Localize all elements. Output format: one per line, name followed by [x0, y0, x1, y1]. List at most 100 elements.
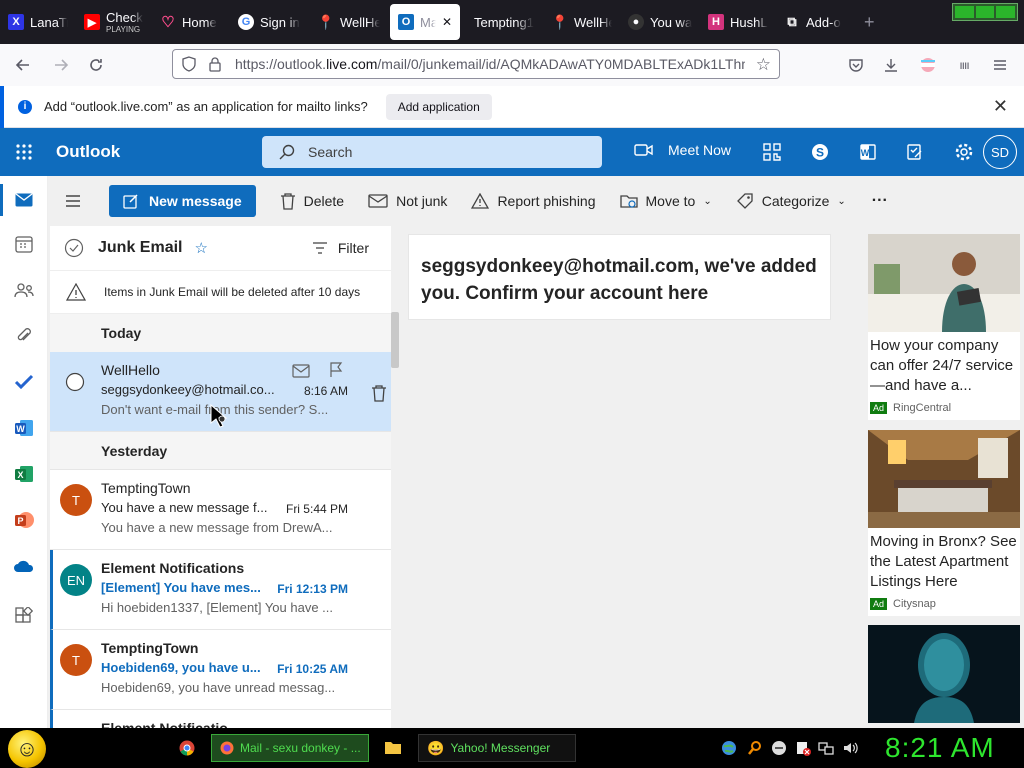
- ad-image: [868, 625, 1020, 723]
- move-to-button[interactable]: Move to ⌄: [619, 193, 712, 209]
- favorite-star-icon[interactable]: ☆: [194, 239, 207, 257]
- scrollbar[interactable]: [391, 312, 399, 368]
- close-icon[interactable]: ✕: [993, 96, 1008, 117]
- browser-tab[interactable]: ♡ Home: [152, 0, 230, 44]
- tab-close-icon[interactable]: ✕: [442, 15, 452, 29]
- browser-tab-active[interactable]: OMai✕: [390, 4, 460, 40]
- message-list-pane: Junk Email ☆ Filter Items in Junk Email …: [48, 226, 400, 730]
- lock-icon[interactable]: [207, 56, 223, 72]
- message-sender: TemptingTown: [101, 640, 199, 656]
- ad-card[interactable]: Moving in Bronx? See the Latest Apartmen…: [868, 430, 1020, 616]
- browser-tab[interactable]: ● You wa: [620, 0, 700, 44]
- network-globe-icon[interactable]: [721, 740, 737, 756]
- categorize-button[interactable]: Categorize ⌄: [736, 192, 846, 210]
- delete-button[interactable]: Delete: [280, 192, 344, 210]
- back-arrow-icon[interactable]: [8, 50, 38, 80]
- word-icon[interactable]: W: [12, 416, 36, 440]
- folder-icon[interactable]: [384, 738, 402, 756]
- alert-tray-icon[interactable]: [795, 740, 811, 756]
- folder-title: Junk Email: [98, 239, 183, 256]
- ad-card[interactable]: How your company can offer 24/7 service—…: [868, 234, 1020, 420]
- avatar[interactable]: SD: [983, 135, 1017, 169]
- browser-tab[interactable]: ▶ Check PLAYING: [76, 0, 152, 44]
- excel-icon[interactable]: X: [12, 462, 36, 486]
- trash-icon: [280, 193, 295, 210]
- browser-tab[interactable]: G Sign in: [230, 0, 310, 44]
- onedrive-icon[interactable]: [12, 554, 36, 578]
- office-icon[interactable]: W: [856, 140, 880, 164]
- report-phishing-button[interactable]: Report phishing: [471, 193, 596, 209]
- url-bar[interactable]: https://outlook.live.com/mail/0/junkemai…: [172, 49, 780, 79]
- ad-text: Moving in Bronx? See the Latest Apartmen…: [870, 533, 1017, 590]
- select-circle-icon[interactable]: [65, 372, 85, 392]
- message-time: Fri 12:13 PM: [277, 582, 348, 596]
- skype-icon[interactable]: S: [808, 140, 832, 164]
- start-button[interactable]: ☺: [8, 730, 46, 768]
- taskbar-yahoo-window[interactable]: 😀 Yahoo! Messenger: [418, 734, 576, 762]
- taskbar-mail-window[interactable]: Mail - sexu donkey - ...: [211, 734, 369, 762]
- add-application-button[interactable]: Add application: [385, 93, 492, 120]
- meet-now-button[interactable]: Meet Now: [634, 142, 731, 158]
- browser-tab-bar: X LanaTr ▶ Check PLAYING ♡ Home G Sign in 📍 We…: [0, 0, 1024, 44]
- attachment-icon[interactable]: [12, 324, 36, 348]
- browser-tab[interactable]: Tempting1: [462, 0, 544, 44]
- people-icon[interactable]: [12, 278, 36, 302]
- volume-icon[interactable]: [842, 740, 858, 756]
- browser-tab[interactable]: 📍 WellHe: [544, 0, 620, 44]
- chrome-icon[interactable]: [179, 740, 195, 756]
- calendar-icon[interactable]: [12, 232, 36, 256]
- outlook-header: Outlook Search Meet Now S W SD: [0, 128, 1024, 176]
- more-options-button[interactable]: ···: [872, 192, 888, 210]
- extension-icon[interactable]: ıııı: [949, 50, 979, 80]
- ad-card[interactable]: [868, 625, 1020, 723]
- forward-arrow-icon[interactable]: [46, 50, 76, 80]
- ad-source: RingCentral: [893, 402, 952, 414]
- browser-tab[interactable]: ⧉ Add-o: [776, 0, 856, 44]
- app-rail: W X P: [0, 176, 48, 728]
- flag-icon[interactable]: [329, 362, 343, 378]
- todo-check-icon[interactable]: [12, 370, 36, 394]
- tag-icon: [736, 193, 753, 209]
- message-item[interactable]: EN Element Notifications [Element] You h…: [50, 550, 391, 630]
- mail-icon[interactable]: [12, 188, 36, 212]
- ad-badge: Ad: [870, 598, 888, 610]
- not-junk-button[interactable]: Not junk: [368, 193, 447, 209]
- mailto-notification-bar: i Add “outlook.live.com” as an applicati…: [0, 86, 1024, 128]
- powerpoint-icon[interactable]: P: [12, 508, 36, 532]
- pin-icon: 📍: [317, 13, 335, 30]
- tasks-icon[interactable]: [903, 140, 927, 164]
- browser-tab[interactable]: 📍 WellHe: [310, 0, 388, 44]
- message-item[interactable]: Element Notificatio: [50, 710, 391, 730]
- search-input[interactable]: Search: [262, 136, 602, 168]
- hamburger-menu-icon[interactable]: [48, 195, 98, 207]
- network-tray-icon[interactable]: [818, 740, 834, 756]
- reload-icon[interactable]: [81, 50, 111, 80]
- shield-icon[interactable]: [181, 56, 197, 72]
- new-tab-button[interactable]: +: [856, 0, 886, 44]
- download-icon[interactable]: [876, 50, 906, 80]
- browser-tab[interactable]: H HushL: [700, 0, 776, 44]
- search-tray-icon[interactable]: [747, 740, 763, 756]
- outlook-brand[interactable]: Outlook: [56, 142, 262, 162]
- message-item[interactable]: T TemptingTown Hoebiden69, you have u...…: [50, 630, 391, 710]
- svg-text:X: X: [17, 470, 23, 480]
- bookmark-star-icon[interactable]: ☆: [756, 55, 771, 75]
- browser-tab[interactable]: X LanaTr: [0, 0, 76, 44]
- extension-flag-icon[interactable]: [913, 50, 943, 80]
- new-message-button[interactable]: New message: [109, 185, 256, 217]
- filter-button[interactable]: Filter: [312, 240, 369, 256]
- status-tray-icon[interactable]: [771, 740, 787, 756]
- select-all-checkbox-icon[interactable]: [64, 238, 84, 258]
- app-launcher-icon[interactable]: [0, 143, 48, 161]
- qr-code-icon[interactable]: [760, 140, 784, 164]
- more-apps-icon[interactable]: [12, 604, 36, 628]
- svg-text:W: W: [861, 148, 870, 158]
- mark-read-envelope-icon[interactable]: [292, 364, 310, 378]
- pocket-icon[interactable]: [841, 50, 871, 80]
- menu-icon[interactable]: [985, 50, 1015, 80]
- message-sender: WellHello: [101, 362, 160, 378]
- heart-icon: ♡: [161, 14, 175, 31]
- trash-icon[interactable]: [371, 384, 387, 402]
- settings-gear-icon[interactable]: [952, 140, 976, 164]
- message-item[interactable]: T TemptingTown You have a new message f.…: [50, 470, 391, 550]
